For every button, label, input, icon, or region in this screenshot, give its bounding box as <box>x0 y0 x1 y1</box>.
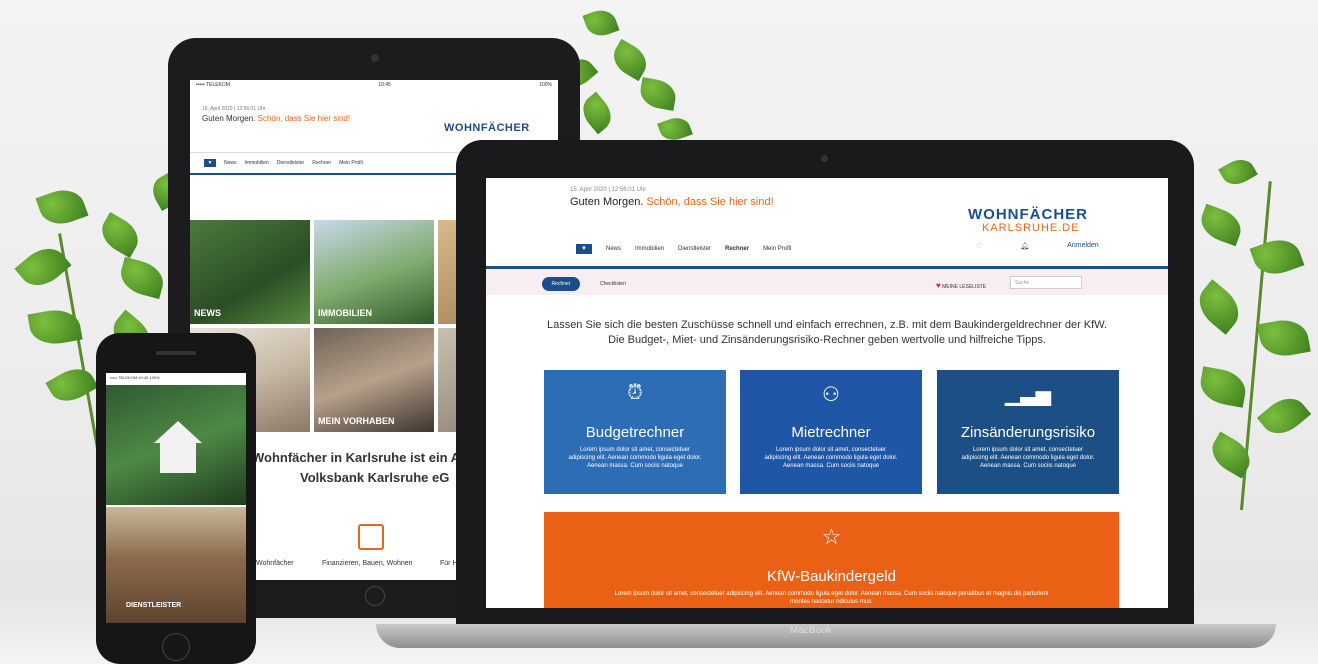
card-text: Lorem ipsum dolor sit amet, consectetuer… <box>764 447 898 469</box>
tile-label: IMMOBILIEN <box>318 308 372 318</box>
bar-signal-icon: ▁▃▅ <box>1004 384 1052 406</box>
nav-immobilien[interactable]: Immobilien <box>635 246 664 252</box>
laptop-screen: 15. April 2020 | 12:56:01 Uhr Guten Morg… <box>486 178 1168 608</box>
tile-immobilien[interactable] <box>106 385 246 505</box>
date-label: 15. April 2020 | 12:56:01 Uhr <box>570 187 647 193</box>
card-title: Zinsänderungsrisiko <box>960 424 1096 441</box>
site-logo-subtitle: KARLSRUHE.DE <box>982 222 1080 234</box>
greeting-highlight: Schön, dass Sie hier sind! <box>257 114 351 123</box>
nav-rechner[interactable]: Rechner <box>312 160 331 166</box>
date-label: 15. April 2020 | 12:56:01 Uhr <box>202 106 266 112</box>
tile-dienstleister[interactable]: DIENSTLEISTER <box>106 507 246 623</box>
status-bar: ••••• TELEKOM 10:45 100% <box>190 80 558 96</box>
home-button[interactable] <box>162 633 190 661</box>
nav-news[interactable]: News <box>606 246 621 252</box>
tile-news[interactable]: NEWS <box>190 220 310 324</box>
card-mietrechner[interactable]: ⚇ Mietrechner Lorem ipsum dolor sit amet… <box>740 370 922 494</box>
person-icon: ⚇ <box>822 384 840 406</box>
heart-icon: ♥ <box>936 281 941 290</box>
site-header: 15. April 2020 | 12:56:01 Uhr Guten Morg… <box>486 178 1168 262</box>
phone-screen: ••••• TELEKOM 10:45 100% DIENSTLEISTER <box>106 373 246 623</box>
tile-label: DIENSTLEISTER <box>126 602 182 609</box>
intro-text: Lassen Sie sich die besten Zuschüsse sch… <box>486 318 1168 348</box>
card-kfw-baukindergeld[interactable]: ☆ KfW-Baukindergeld Lorem ipsum dolor si… <box>544 512 1119 608</box>
camera <box>371 54 379 62</box>
phone-device: ••••• TELEKOM 10:45 100% DIENSTLEISTER <box>96 333 256 664</box>
nav-rechner[interactable]: Rechner <box>725 246 749 252</box>
header-actions: ♡ 🔔︎ Anmelden <box>976 242 1099 250</box>
calculator-house-icon <box>358 524 384 550</box>
house-body <box>160 443 196 473</box>
card-title: KfW-Baukindergeld <box>767 568 896 585</box>
home-button[interactable] <box>365 586 385 606</box>
caption-1: Wohnfächer <box>256 560 294 567</box>
greeting-text: Guten Morgen. <box>202 114 256 123</box>
tab-checklisten[interactable]: Checklisten <box>600 281 626 287</box>
sub-toolbar: Rechner Checklisten ♥ MEINE LESELISTE Su… <box>486 269 1168 295</box>
camera <box>821 155 828 162</box>
bell-icon[interactable]: 🔔︎ <box>1020 242 1029 250</box>
tile-immobilien[interactable]: IMMOBILIEN <box>314 220 434 324</box>
leseliste-link[interactable]: ♥ MEINE LESELISTE <box>936 281 986 290</box>
card-zinsaenderungsrisiko[interactable]: ▁▃▅ Zinsänderungsrisiko Lorem ipsum dolo… <box>937 370 1119 494</box>
volksbank-logo-icon[interactable]: ▼ <box>204 159 216 167</box>
caption-3: Für H <box>440 560 458 567</box>
battery-label: 100% <box>539 82 552 88</box>
laptop-device: 15. April 2020 | 12:56:01 Uhr Guten Morg… <box>456 140 1194 640</box>
carrier-label: ••••• TELEKOM <box>196 82 230 88</box>
site-logo[interactable]: WOHNFÄCHER <box>444 122 530 134</box>
house-icon <box>154 421 202 443</box>
greeting-highlight: Schön, dass Sie hier sind! <box>646 196 774 208</box>
volksbank-logo-icon[interactable]: ▼ <box>576 244 592 254</box>
tile-label: NEWS <box>194 308 221 318</box>
clock-label: 10:45 <box>378 82 391 88</box>
tile-label: MEIN VORHABEN <box>318 416 395 426</box>
star-icon: ☆ <box>821 524 842 549</box>
nav-dienstleister[interactable]: Dienstleister <box>678 246 711 252</box>
intro-line-1: Lassen Sie sich die besten Zuschüsse sch… <box>546 319 1108 331</box>
greeting: Guten Morgen. Schön, dass Sie hier sind! <box>570 196 774 208</box>
tile-mein-vorhaben[interactable]: MEIN VORHABEN <box>314 328 434 432</box>
card-text: Lorem ipsum dolor sit amet, consectetuer… <box>614 591 1049 605</box>
greeting-text: Guten Morgen. <box>570 196 644 208</box>
macbook-label: MacBook <box>790 625 832 636</box>
nav-mein-profil[interactable]: Mein Profil <box>339 160 363 166</box>
card-title: Budgetrechner <box>585 424 685 441</box>
heart-outline-icon[interactable]: ♡ <box>976 242 982 250</box>
info-line-2: Volksbank Karlsruhe eG <box>300 470 450 485</box>
card-text: Lorem ipsum dolor sit amet, consectetuer… <box>961 447 1095 469</box>
card-budgetrechner[interactable]: ⏰︎ Budgetrechner Lorem ipsum dolor sit a… <box>544 370 726 494</box>
nav-immobilien[interactable]: Immobilien <box>245 160 269 166</box>
speaker <box>156 351 196 355</box>
tab-rechner[interactable]: Rechner <box>542 277 580 291</box>
nav-dienstleister[interactable]: Dienstleister <box>277 160 305 166</box>
login-link[interactable]: Anmelden <box>1067 242 1099 250</box>
search-input[interactable]: Suche <box>1010 276 1082 289</box>
nav-mein-profil[interactable]: Mein Profil <box>763 246 791 252</box>
site-logo[interactable]: WOHNFÄCHER <box>968 206 1088 223</box>
intro-line-2: Die Budget-, Miet- und Zinsänderungsrisi… <box>608 334 1046 346</box>
alarm-clock-icon: ⏰︎ <box>627 382 643 404</box>
main-nav: ▼ News Immobilien Dienstleister Rechner … <box>576 244 791 254</box>
card-text: Lorem ipsum dolor sit amet, consectetuer… <box>568 447 702 469</box>
card-title: Mietrechner <box>791 424 871 441</box>
nav-news[interactable]: News <box>224 160 237 166</box>
caption-2: Finanzieren, Bauen, Wohnen <box>322 560 413 567</box>
greeting: Guten Morgen. Schön, dass Sie hier sind! <box>202 114 350 123</box>
leseliste-label: MEINE LESELISTE <box>942 284 987 290</box>
